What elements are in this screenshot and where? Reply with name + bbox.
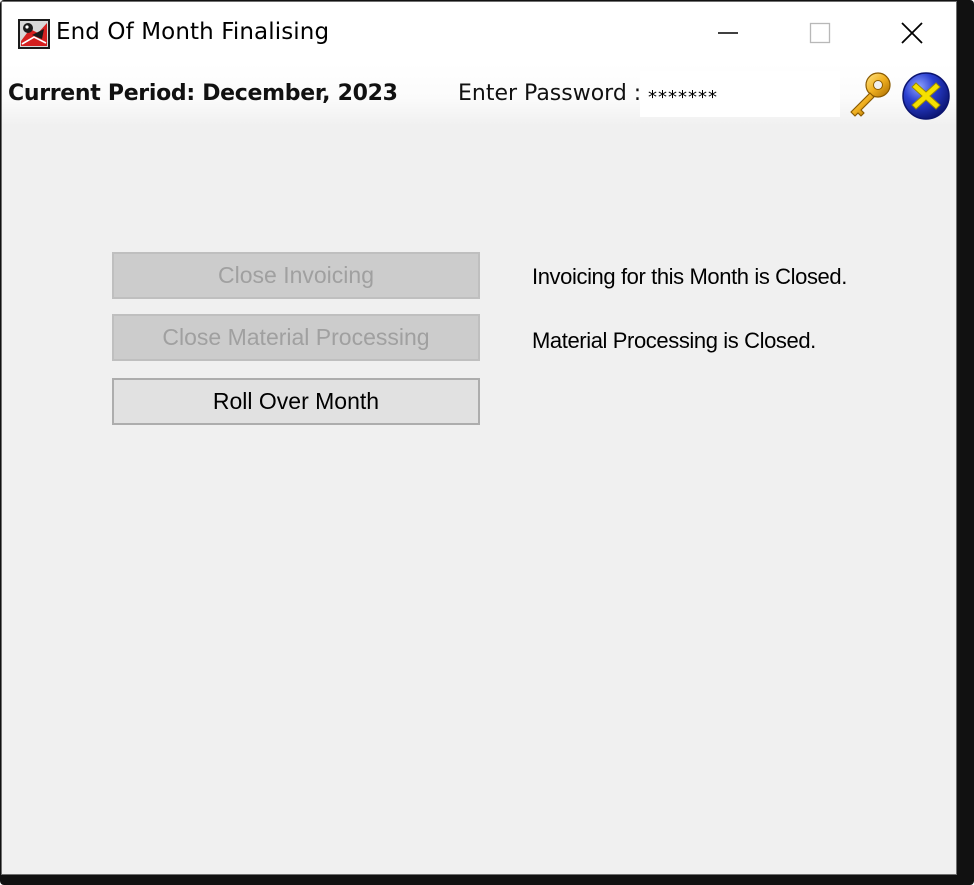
dialog-window: End Of Month Finalising Current Period: … [1, 1, 957, 875]
invoicing-status: Invoicing for this Month is Closed. [532, 264, 847, 289]
close-button[interactable] [866, 2, 958, 64]
period-header: Current Period: December, 2023 Enter Pas… [2, 64, 956, 126]
window-title: End Of Month Finalising [56, 19, 330, 45]
current-period-label: Current Period: December, 2023 [8, 81, 398, 106]
app-logo-icon [18, 19, 50, 49]
close-material-processing-button[interactable]: Close Material Processing [112, 314, 480, 361]
key-icon[interactable] [845, 70, 895, 120]
minimize-button[interactable] [682, 2, 774, 64]
roll-over-month-button[interactable]: Roll Over Month [112, 378, 480, 425]
close-icon [901, 22, 923, 44]
password-label: Enter Password : [458, 81, 642, 106]
maximize-button[interactable] [774, 2, 866, 64]
material-status: Material Processing is Closed. [532, 328, 816, 353]
cancel-x-icon[interactable] [900, 70, 952, 122]
close-invoicing-button[interactable]: Close Invoicing [112, 252, 480, 299]
title-bar[interactable]: End Of Month Finalising [2, 2, 956, 64]
password-field[interactable] [640, 71, 840, 117]
minimize-icon [718, 32, 738, 34]
maximize-icon [809, 22, 831, 44]
